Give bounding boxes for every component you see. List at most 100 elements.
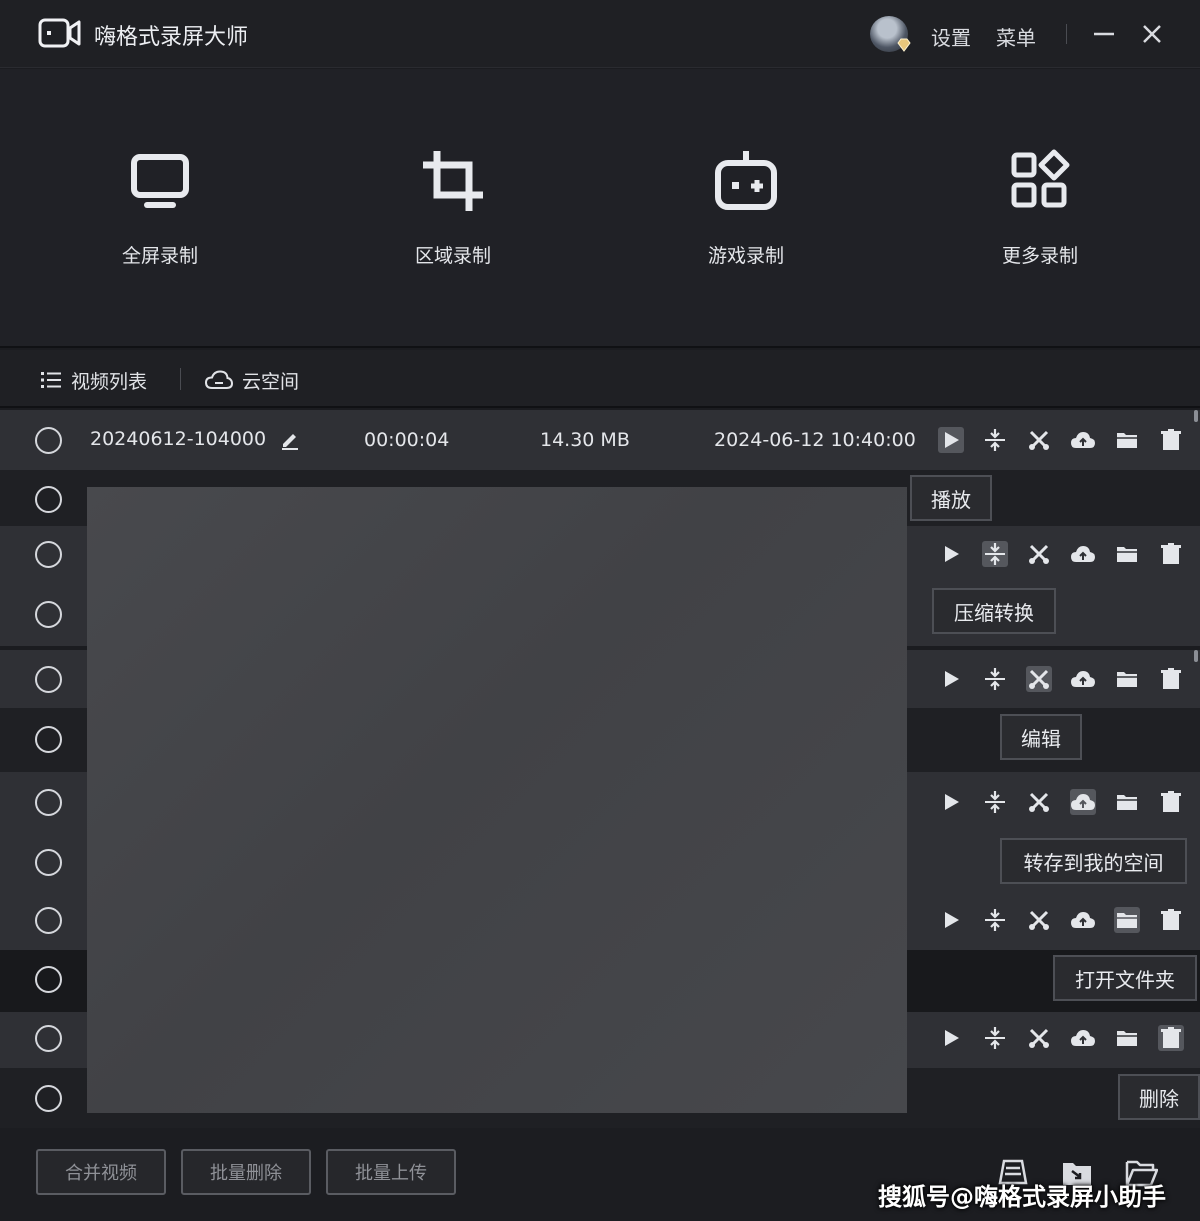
compress-icon bbox=[985, 791, 1005, 813]
edit-cut-icon bbox=[1029, 669, 1049, 689]
cloud-upload-button[interactable] bbox=[1070, 907, 1096, 933]
play-button[interactable] bbox=[938, 427, 964, 453]
mode-region[interactable]: 区域录制 bbox=[373, 149, 533, 279]
compress-button[interactable] bbox=[982, 427, 1008, 453]
play-button[interactable] bbox=[938, 541, 964, 567]
delete-button[interactable] bbox=[1158, 427, 1184, 453]
cloud-upload-button[interactable] bbox=[1070, 1025, 1096, 1051]
cloud-upload-icon bbox=[1071, 432, 1095, 448]
mode-more[interactable]: 更多录制 bbox=[960, 149, 1120, 279]
edit-cut-icon bbox=[1029, 792, 1049, 812]
folder-icon bbox=[1117, 672, 1137, 687]
edit-cut-icon bbox=[1029, 430, 1049, 450]
row-checkbox[interactable] bbox=[35, 726, 62, 753]
compress-button[interactable] bbox=[982, 1025, 1008, 1051]
edit-button[interactable] bbox=[1026, 907, 1052, 933]
delete-button[interactable] bbox=[1158, 907, 1184, 933]
cloud-upload-button[interactable] bbox=[1070, 789, 1096, 815]
row-checkbox[interactable] bbox=[35, 907, 62, 934]
delete-button[interactable] bbox=[1158, 541, 1184, 567]
row-checkbox[interactable] bbox=[35, 601, 62, 628]
edit-button[interactable] bbox=[1026, 541, 1052, 567]
compress-button[interactable] bbox=[982, 666, 1008, 692]
open-folder-button[interactable] bbox=[1114, 907, 1140, 933]
gamepad-icon bbox=[715, 151, 777, 210]
edit-button[interactable] bbox=[1026, 666, 1052, 692]
scrollbar-thumb[interactable] bbox=[1194, 410, 1198, 422]
row-checkbox[interactable] bbox=[35, 666, 62, 693]
cloud-upload-button[interactable] bbox=[1070, 427, 1096, 453]
record-mode-panel: 全屏录制 区域录制 游戏录制 更多录制 bbox=[0, 69, 1200, 348]
play-button[interactable] bbox=[938, 1025, 964, 1051]
compress-icon bbox=[985, 429, 1005, 451]
open-folder-button[interactable] bbox=[1114, 666, 1140, 692]
row-checkbox[interactable] bbox=[35, 1085, 62, 1112]
trash-icon bbox=[1161, 429, 1181, 450]
cloud-upload-button[interactable] bbox=[1070, 666, 1096, 692]
edit-button[interactable] bbox=[1026, 789, 1052, 815]
tooltip-play: 播放 bbox=[910, 475, 992, 521]
title-bar: 嗨格式录屏大师 设置 菜单 bbox=[0, 0, 1200, 68]
merge-videos-button[interactable]: 合并视频 bbox=[36, 1149, 166, 1195]
folder-icon bbox=[1117, 547, 1137, 562]
scrollbar-thumb[interactable] bbox=[1194, 650, 1198, 662]
row-checkbox[interactable] bbox=[35, 789, 62, 816]
open-folder-button[interactable] bbox=[1114, 541, 1140, 567]
row-checkbox[interactable] bbox=[35, 427, 62, 454]
row-checkbox[interactable] bbox=[35, 486, 62, 513]
open-folder-button[interactable] bbox=[1114, 789, 1140, 815]
app-logo-icon bbox=[38, 18, 81, 48]
video-size: 14.30 MB bbox=[540, 429, 630, 451]
close-icon[interactable] bbox=[1138, 20, 1166, 48]
delete-button[interactable] bbox=[1158, 666, 1184, 692]
cloud-upload-icon bbox=[1071, 794, 1095, 810]
mode-game[interactable]: 游戏录制 bbox=[666, 149, 826, 279]
play-icon bbox=[945, 546, 959, 562]
menu-link[interactable]: 菜单 bbox=[996, 22, 1036, 51]
cloud-upload-icon bbox=[1071, 912, 1095, 928]
cloud-upload-button[interactable] bbox=[1070, 541, 1096, 567]
play-icon bbox=[945, 671, 959, 687]
row-checkbox[interactable] bbox=[35, 966, 62, 993]
crop-icon bbox=[423, 151, 483, 211]
row-checkbox[interactable] bbox=[35, 541, 62, 568]
tab-bar: 视频列表 云空间 bbox=[0, 350, 1200, 408]
delete-button[interactable] bbox=[1158, 1025, 1184, 1051]
table-row[interactable]: 20240612-104000 00:00:04 14.30 MB 2024-0… bbox=[0, 410, 1200, 470]
open-folder-button[interactable] bbox=[1114, 1025, 1140, 1051]
trash-icon bbox=[1161, 909, 1181, 930]
compress-icon bbox=[985, 543, 1005, 565]
trash-icon bbox=[1161, 543, 1181, 564]
folder-icon bbox=[1117, 795, 1137, 810]
compress-button[interactable] bbox=[982, 789, 1008, 815]
tab-video-list[interactable]: 视频列表 bbox=[40, 367, 147, 393]
redacted-region bbox=[87, 487, 907, 1113]
edit-button[interactable] bbox=[1026, 1025, 1052, 1051]
compress-button[interactable] bbox=[982, 541, 1008, 567]
tooltip-compress: 压缩转换 bbox=[932, 588, 1056, 634]
batch-delete-button[interactable]: 批量删除 bbox=[181, 1149, 311, 1195]
play-button[interactable] bbox=[938, 666, 964, 692]
titlebar-divider bbox=[1066, 24, 1067, 44]
apps-grid-icon bbox=[1011, 149, 1070, 208]
tab-cloud-space[interactable]: 云空间 bbox=[205, 367, 299, 393]
list-icon bbox=[41, 372, 61, 388]
play-button[interactable] bbox=[938, 907, 964, 933]
open-folder-button[interactable] bbox=[1114, 427, 1140, 453]
batch-upload-button[interactable]: 批量上传 bbox=[326, 1149, 456, 1195]
row-checkbox[interactable] bbox=[35, 849, 62, 876]
edit-button[interactable] bbox=[1026, 427, 1052, 453]
compress-button[interactable] bbox=[982, 907, 1008, 933]
settings-link[interactable]: 设置 bbox=[931, 22, 971, 51]
monitor-icon bbox=[131, 154, 189, 208]
rename-pencil-icon[interactable] bbox=[280, 430, 300, 450]
row-checkbox[interactable] bbox=[35, 1025, 62, 1052]
video-filename: 20240612-104000 bbox=[90, 428, 267, 450]
play-button[interactable] bbox=[938, 789, 964, 815]
tab-label: 云空间 bbox=[242, 370, 300, 393]
play-icon bbox=[945, 794, 959, 810]
mode-fullscreen[interactable]: 全屏录制 bbox=[80, 149, 240, 279]
delete-button[interactable] bbox=[1158, 789, 1184, 815]
minimize-icon[interactable] bbox=[1090, 20, 1118, 48]
trash-icon bbox=[1161, 791, 1181, 812]
